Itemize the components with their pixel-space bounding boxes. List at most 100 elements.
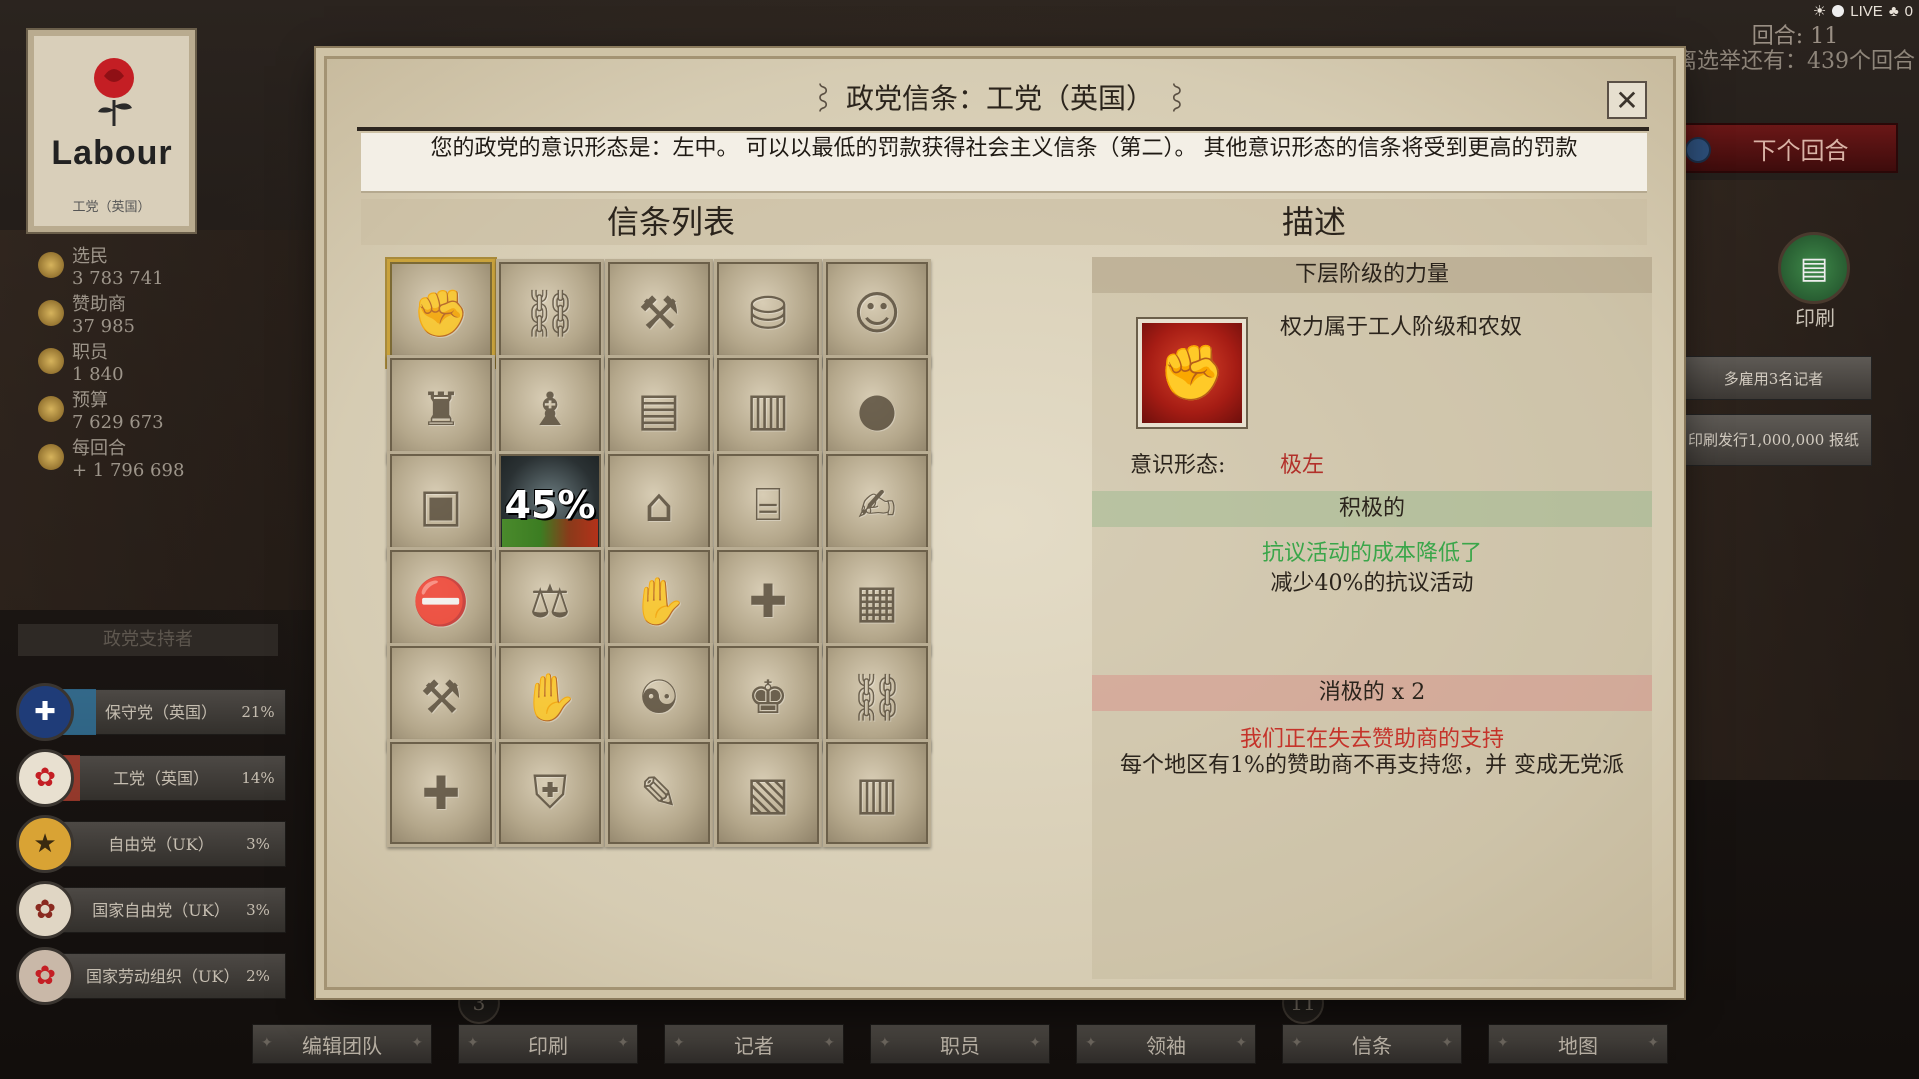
dogma-slot[interactable]: ✋ bbox=[605, 547, 713, 655]
dogma-slot[interactable]: ▥ bbox=[714, 355, 822, 463]
close-button[interactable]: ✕ bbox=[1607, 81, 1647, 119]
progress-percent: 45% bbox=[504, 483, 596, 527]
print-papers-button[interactable]: 印刷发行1,000,000 报纸 bbox=[1675, 414, 1872, 466]
party-support-row[interactable]: ✿ 国家自由党（UK） 3% bbox=[14, 881, 286, 939]
ornament-icon: ⌇ bbox=[809, 82, 846, 115]
dogma-slot[interactable]: ☯ bbox=[605, 643, 713, 751]
description-header: 描述 bbox=[981, 199, 1647, 245]
rose-icon bbox=[94, 58, 134, 126]
dogma-slot[interactable]: ⛓ bbox=[496, 259, 604, 367]
next-turn-label: 下个回合 bbox=[1752, 136, 1849, 165]
dogma-dialog: ⌇ 政党信条：工党（英国） ⌇ ✕ 您的政党的意识形态是：左中。 可以以最低的罚… bbox=[324, 56, 1676, 990]
dogma-slot[interactable]: ▦ bbox=[823, 547, 931, 655]
dogma-slot[interactable]: ✊ bbox=[387, 259, 495, 367]
stat-value: + 1 796 698 bbox=[72, 460, 185, 481]
dogma-slot[interactable]: ⚖ bbox=[496, 547, 604, 655]
next-turn-button[interactable]: 下个回合 bbox=[1673, 123, 1898, 173]
sponsors-icon bbox=[38, 300, 64, 326]
dogma-slot[interactable]: ▤ bbox=[605, 355, 713, 463]
ideology-value: 极左 bbox=[1280, 453, 1325, 478]
dogma-slot[interactable]: ▥ bbox=[823, 739, 931, 847]
print-label: 印刷 bbox=[1795, 306, 1835, 330]
tycoon-icon: ♚ bbox=[747, 670, 789, 724]
live-dot-icon bbox=[1832, 5, 1845, 17]
dogma-slot[interactable]: ● bbox=[823, 355, 931, 463]
hand-tools-icon: ✍ bbox=[857, 478, 897, 532]
stop-crate-icon: ▧ bbox=[746, 766, 790, 820]
dogma-slot[interactable]: ⛔ bbox=[387, 547, 495, 655]
party-support-row[interactable]: ✚ 保守党（英国） 21% bbox=[14, 683, 286, 741]
prison-bars-icon: ▥ bbox=[855, 766, 899, 820]
party-support-row[interactable]: ✿ 国家劳动组织（UK） 2% bbox=[14, 947, 286, 1005]
dogma-slot[interactable]: ⛁ bbox=[714, 259, 822, 367]
voters-icon bbox=[38, 252, 64, 278]
party-emblem-icon: ✿ bbox=[16, 749, 74, 807]
shackled-neck-icon: ⛓ bbox=[847, 669, 907, 724]
united-hands-icon: ✋ bbox=[521, 669, 579, 724]
dogma-slot[interactable]: ✍ bbox=[823, 451, 931, 559]
dogma-slot[interactable]: ⛨ bbox=[496, 739, 604, 847]
dogma-list-header: 信条列表 bbox=[361, 199, 981, 245]
stat-value: 3 783 741 bbox=[72, 268, 164, 289]
stat-value: 37 985 bbox=[72, 316, 135, 337]
newspaper-icon[interactable]: ▤ bbox=[1778, 232, 1850, 304]
negative-text: 每个地区有1%的赞助商不再支持您，并 变成无党派 bbox=[1120, 753, 1624, 778]
party-support-name: 国家自由党（UK） bbox=[92, 900, 230, 920]
map-button[interactable]: 地图 bbox=[1488, 1024, 1668, 1064]
live-label: LIVE bbox=[1850, 2, 1883, 20]
edit-team-button[interactable]: 编辑团队 bbox=[252, 1024, 432, 1064]
dogma-slot[interactable]: ♚ bbox=[714, 643, 822, 751]
party-support-row[interactable]: ★ 自由党（UK） 3% bbox=[14, 815, 286, 873]
party-support-percent: 3% bbox=[246, 901, 270, 919]
dogma-slot[interactable]: ⚒ bbox=[605, 259, 713, 367]
dogma-slot[interactable]: ✎ bbox=[605, 739, 713, 847]
leader-button[interactable]: 领袖 bbox=[1076, 1024, 1256, 1064]
party-card[interactable]: Labour 工党（英国） bbox=[28, 30, 195, 232]
positive-header: 积极的 bbox=[1092, 491, 1652, 527]
stat-sponsors: 赞助商 37 985 bbox=[38, 294, 184, 342]
negative-title: 我们正在失去赞助商的支持 bbox=[1239, 727, 1504, 752]
dogma-slot[interactable]: ✚ bbox=[387, 739, 495, 847]
staff-button[interactable]: 职员 bbox=[870, 1024, 1050, 1064]
dogma-slot[interactable]: ♜ bbox=[387, 355, 495, 463]
dogma-button[interactable]: 信条 bbox=[1282, 1024, 1462, 1064]
dogma-slot[interactable]: ✚ bbox=[714, 547, 822, 655]
dogma-slot[interactable]: ⌂ bbox=[605, 451, 713, 559]
hire-journalists-button[interactable]: 多雇用3名记者 bbox=[1675, 356, 1872, 400]
capitalists-icon: ♜ bbox=[420, 382, 462, 436]
bank-building-icon: ⌸ bbox=[754, 477, 782, 531]
stat-label: 选民 bbox=[72, 246, 108, 267]
stat-label: 赞助商 bbox=[72, 294, 126, 315]
party-emblem-icon: ✿ bbox=[16, 947, 74, 1005]
stat-staff: 职员 1 840 bbox=[38, 342, 184, 390]
dogma-slot[interactable]: ✋ bbox=[496, 643, 604, 751]
journalists-button[interactable]: 记者 bbox=[664, 1024, 844, 1064]
print-button[interactable]: 印刷 bbox=[458, 1024, 638, 1064]
dogma-slot[interactable]: ▣ bbox=[387, 451, 495, 559]
dogma-slot[interactable]: ⌸ bbox=[714, 451, 822, 559]
party-emblem-icon: ✚ bbox=[16, 683, 74, 741]
dogma-slot[interactable]: 45% bbox=[496, 451, 604, 559]
close-icon: ✕ bbox=[1615, 84, 1639, 116]
scroll-icon: ✎ bbox=[639, 766, 679, 820]
party-support-name: 工党（英国） bbox=[112, 768, 209, 788]
party-logo-text: Labour bbox=[51, 134, 173, 172]
dogma-slot[interactable]: ☺ bbox=[823, 259, 931, 367]
dogma-slot[interactable]: ▧ bbox=[714, 739, 822, 847]
description-panel: 下层阶级的力量 ✊ 权力属于工人阶级和农奴 意识形态: 极左 积极的 抗议活动的… bbox=[1092, 257, 1652, 979]
dogma-slot[interactable]: ⚒ bbox=[387, 643, 495, 751]
positive-title: 抗议活动的成本降低了 bbox=[1261, 541, 1482, 566]
party-support-row[interactable]: ✿ 工党（英国） 14% bbox=[14, 749, 286, 807]
chained-stop-sign-icon: ⛔ bbox=[412, 573, 470, 628]
computer-icon: ▣ bbox=[419, 478, 463, 532]
dogma-slot[interactable]: ♝ bbox=[496, 355, 604, 463]
party-stats: 选民 3 783 741 赞助商 37 985 职员 1 840 预算 7 629 67… bbox=[38, 246, 184, 486]
handshake-icon: ✋ bbox=[630, 573, 688, 628]
stat-value: 7 629 673 bbox=[72, 412, 164, 433]
bug-icon: ☀ bbox=[1812, 3, 1827, 20]
stat-budget: 预算 7 629 673 bbox=[38, 390, 184, 438]
prison-gate-icon: ▦ bbox=[855, 574, 899, 628]
dogma-slot[interactable]: ⛓ bbox=[823, 643, 931, 751]
stat-income: 每回合 + 1 796 698 bbox=[38, 438, 184, 486]
broken-chain-icon: ⛓ bbox=[520, 285, 580, 340]
